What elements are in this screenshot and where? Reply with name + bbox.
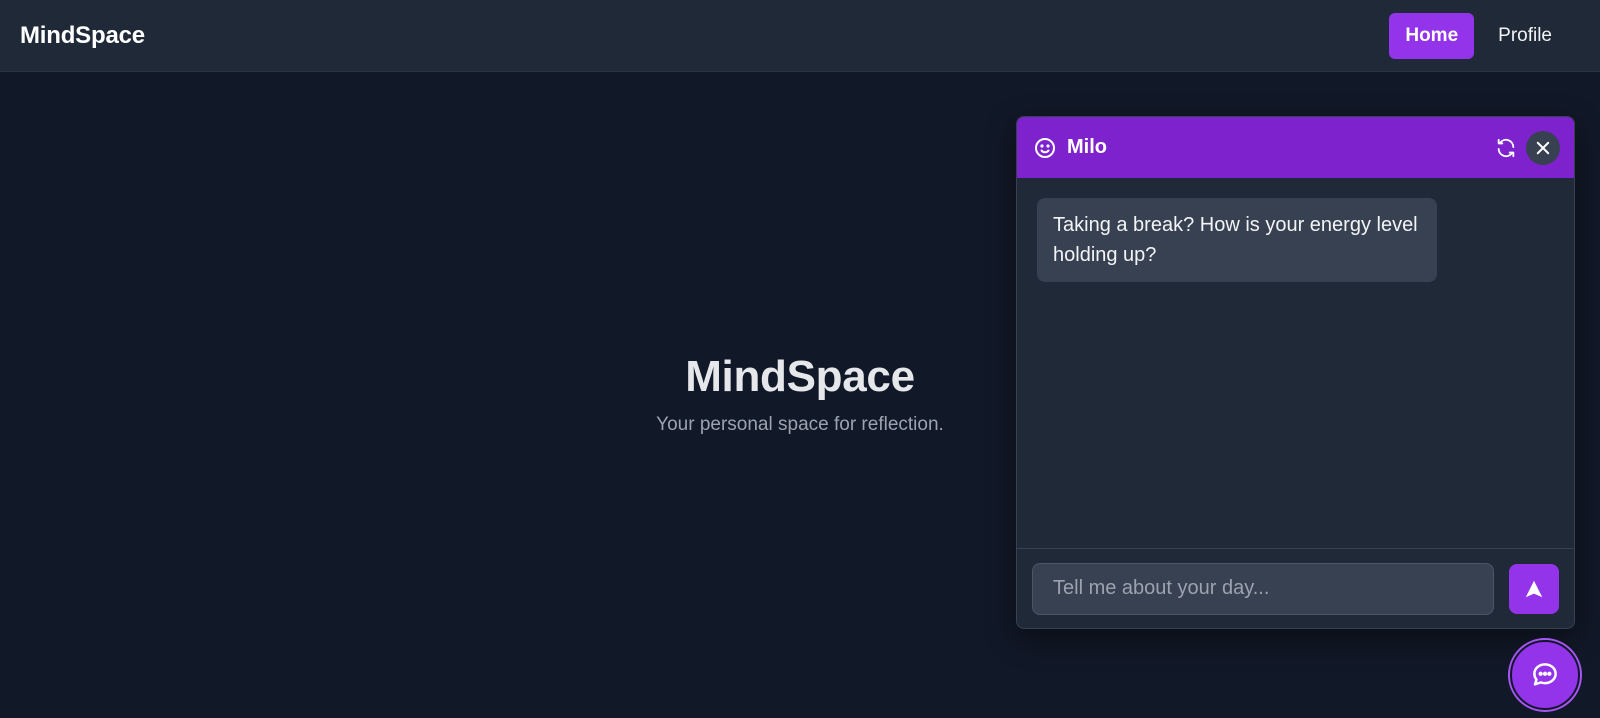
chat-input-bar: [1017, 548, 1574, 628]
chat-messages: Taking a break? How is your energy level…: [1017, 178, 1574, 550]
brand-logo[interactable]: MindSpace: [20, 22, 145, 50]
hero-title: MindSpace: [685, 352, 915, 401]
close-icon[interactable]: [1526, 130, 1560, 165]
chat-bubble-icon: [1530, 660, 1560, 690]
chat-header-actions: [1492, 130, 1560, 165]
nav-link-profile[interactable]: Profile: [1482, 13, 1568, 59]
chat-bot-name: Milo: [1067, 136, 1107, 158]
hero-subtitle: Your personal space for reflection.: [656, 414, 944, 435]
bot-message-bubble: Taking a break? How is your energy level…: [1037, 198, 1437, 282]
nav-link-home[interactable]: Home: [1389, 12, 1475, 59]
chat-header: Milo: [1017, 117, 1574, 178]
send-icon: [1523, 578, 1545, 600]
top-navbar: MindSpace Home Profile: [0, 0, 1600, 72]
nav-links: Home Profile: [1389, 12, 1568, 59]
smile-icon: [1033, 136, 1057, 160]
chat-message-input[interactable]: [1032, 562, 1494, 615]
chat-launcher-button[interactable]: [1510, 640, 1580, 710]
send-button[interactable]: [1509, 563, 1559, 614]
app-root: MindSpace Home Profile MindSpace Your pe…: [0, 0, 1600, 718]
refresh-icon[interactable]: [1492, 134, 1520, 162]
chat-panel: Milo Taking a break? How is your energy …: [1016, 116, 1575, 629]
